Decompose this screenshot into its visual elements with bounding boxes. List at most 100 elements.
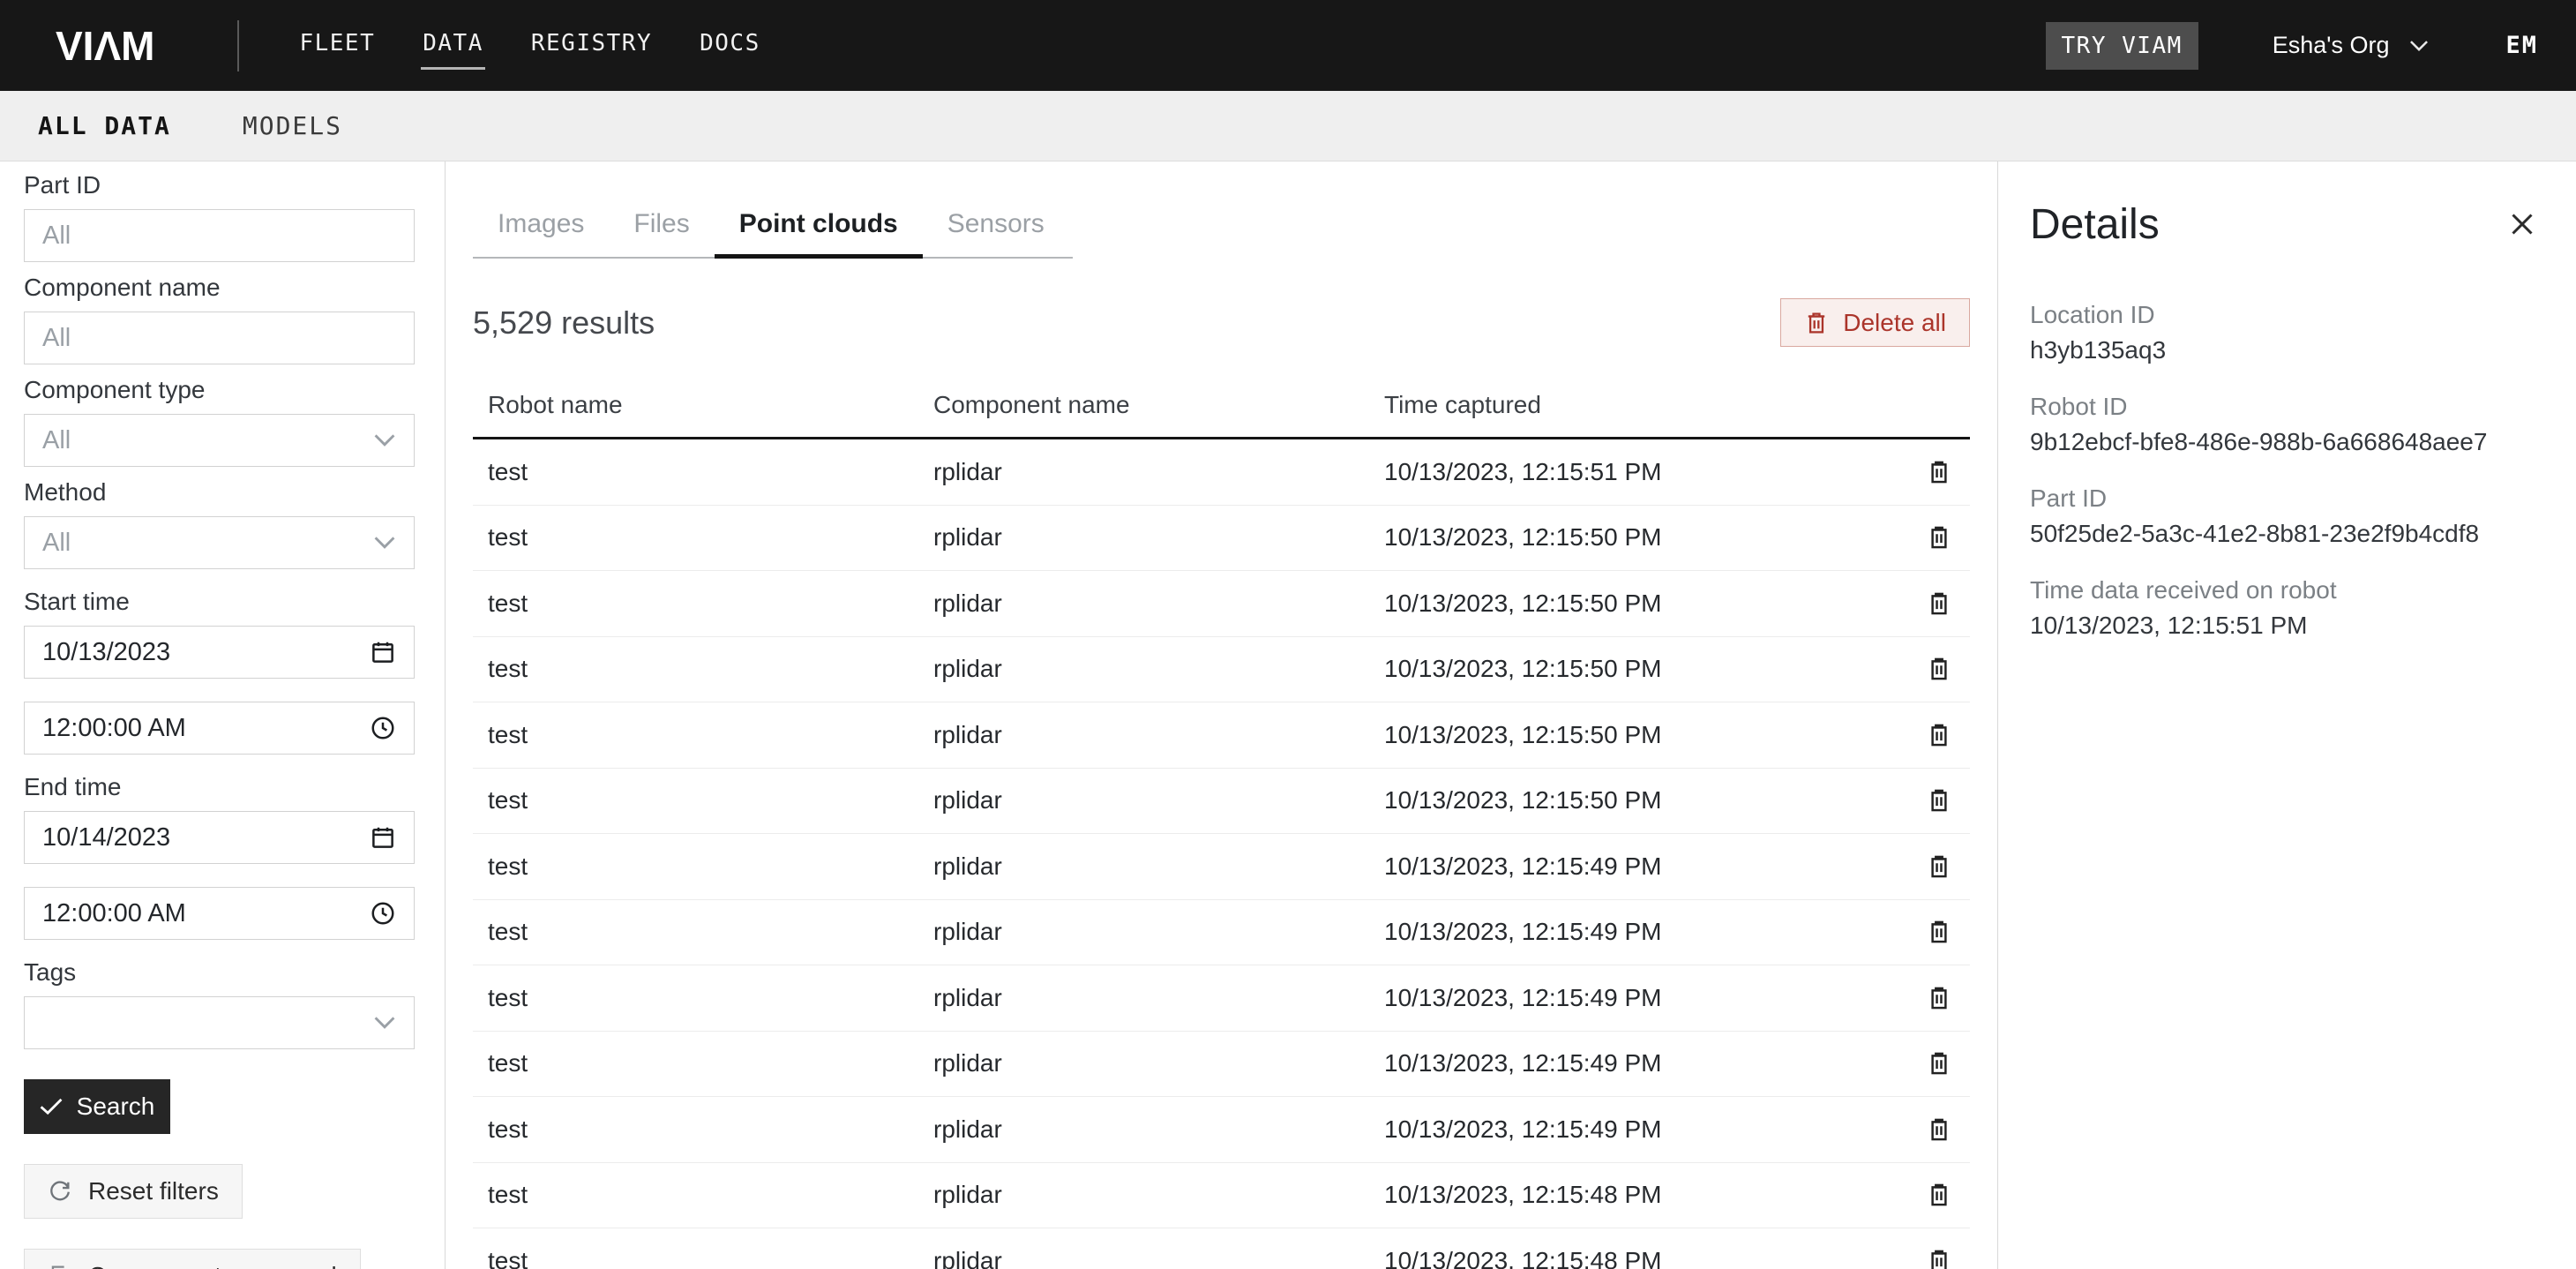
cell-robot-name: test <box>473 1247 933 1269</box>
component-name-label: Component name <box>24 273 415 303</box>
end-date-value: 10/14/2023 <box>42 823 370 852</box>
part-id-label: Part ID <box>24 170 415 200</box>
table-row[interactable]: test rplidar 10/13/2023, 12:15:50 PM <box>473 506 1970 572</box>
delete-row-button[interactable] <box>1922 1177 1956 1213</box>
chevron-down-icon <box>373 536 396 550</box>
content-tab[interactable]: Point clouds <box>715 197 923 257</box>
table-row[interactable]: test rplidar 10/13/2023, 12:15:50 PM <box>473 637 1970 703</box>
details-field: Location ID h3yb135aq3 <box>2030 300 2541 365</box>
clock-icon[interactable] <box>370 715 396 741</box>
delete-row-button[interactable] <box>1922 783 1956 818</box>
component-type-select[interactable]: All <box>24 414 415 467</box>
part-id-input[interactable]: All <box>24 209 415 262</box>
start-date-input[interactable]: 10/13/2023 <box>24 626 415 679</box>
trash-icon <box>1926 918 1952 946</box>
subnav-item[interactable]: ALL DATA <box>38 111 171 140</box>
topnav-link[interactable]: REGISTRY <box>529 21 654 70</box>
delete-row-button[interactable] <box>1922 914 1956 950</box>
delete-row-button[interactable] <box>1922 520 1956 555</box>
component-name-input[interactable]: All <box>24 312 415 364</box>
close-icon <box>2509 211 2535 237</box>
calendar-icon[interactable] <box>370 824 396 851</box>
cell-robot-name: test <box>473 1049 933 1078</box>
topnav-link[interactable]: DATA <box>421 21 485 70</box>
subnav-item[interactable]: MODELS <box>243 111 342 140</box>
end-time-input[interactable]: 12:00:00 AM <box>24 887 415 940</box>
content-tab[interactable]: Files <box>609 197 714 257</box>
method-label: Method <box>24 477 415 507</box>
cell-time-captured: 10/13/2023, 12:15:49 PM <box>1384 984 1908 1012</box>
cell-component-name: rplidar <box>933 1049 1384 1078</box>
details-field-value: h3yb135aq3 <box>2030 335 2541 365</box>
delete-row-button[interactable] <box>1922 586 1956 621</box>
tags-select[interactable] <box>24 996 415 1049</box>
content-tabs: ImagesFilesPoint cloudsSensors <box>473 197 1073 259</box>
reset-icon <box>48 1179 72 1204</box>
results-count: 5,529 results <box>473 304 655 342</box>
table-row[interactable]: test rplidar 10/13/2023, 12:15:50 PM <box>473 702 1970 769</box>
delete-row-button[interactable] <box>1922 849 1956 884</box>
reset-filters-button[interactable]: Reset filters <box>24 1164 243 1219</box>
trash-icon <box>1926 1115 1952 1144</box>
delete-row-button[interactable] <box>1922 717 1956 753</box>
cell-robot-name: test <box>473 1181 933 1209</box>
topnav-link[interactable]: DOCS <box>698 21 762 70</box>
filter-sidebar: Part ID All Component name All Component… <box>0 161 446 1269</box>
cell-time-captured: 10/13/2023, 12:15:49 PM <box>1384 852 1908 881</box>
tags-label: Tags <box>24 957 415 987</box>
cell-time-captured: 10/13/2023, 12:15:48 PM <box>1384 1247 1908 1269</box>
table-row[interactable]: test rplidar 10/13/2023, 12:15:49 PM <box>473 1032 1970 1098</box>
cell-robot-name: test <box>473 721 933 749</box>
start-date-value: 10/13/2023 <box>42 638 370 667</box>
delete-row-button[interactable] <box>1922 1046 1956 1081</box>
close-details-button[interactable] <box>2504 206 2541 243</box>
table-row[interactable]: test rplidar 10/13/2023, 12:15:48 PM <box>473 1228 1970 1269</box>
delete-row-button[interactable] <box>1922 454 1956 490</box>
try-viam-button[interactable]: TRY VIAM <box>2046 22 2198 70</box>
end-date-input[interactable]: 10/14/2023 <box>24 811 415 864</box>
search-button-label: Search <box>77 1093 155 1121</box>
viam-logo[interactable]: VIΛM <box>56 22 154 70</box>
method-select[interactable]: All <box>24 516 415 569</box>
details-field-value: 50f25de2-5a3c-41e2-8b81-23e2f9b4cdf8 <box>2030 519 2541 549</box>
delete-row-button[interactable] <box>1922 1243 1956 1269</box>
cell-robot-name: test <box>473 589 933 618</box>
content-tab[interactable]: Sensors <box>923 197 1069 257</box>
trash-icon <box>1926 1181 1952 1209</box>
cell-component-name: rplidar <box>933 1247 1384 1269</box>
end-time-label: End time <box>24 772 415 802</box>
table-row[interactable]: test rplidar 10/13/2023, 12:15:49 PM <box>473 1097 1970 1163</box>
delete-row-button[interactable] <box>1922 980 1956 1016</box>
table-row[interactable]: test rplidar 10/13/2023, 12:15:49 PM <box>473 834 1970 900</box>
start-time-input[interactable]: 12:00:00 AM <box>24 702 415 755</box>
details-field-label: Part ID <box>2030 484 2541 514</box>
chevron-down-icon <box>373 433 396 447</box>
cell-robot-name: test <box>473 458 933 486</box>
trash-icon <box>1926 852 1952 881</box>
clock-icon[interactable] <box>370 900 396 927</box>
cell-component-name: rplidar <box>933 1181 1384 1209</box>
cell-robot-name: test <box>473 984 933 1012</box>
table-row[interactable]: test rplidar 10/13/2023, 12:15:51 PM <box>473 439 1970 506</box>
copy-export-command-button[interactable]: Copy export command <box>24 1249 361 1269</box>
details-panel: Details Location ID h3yb135aq3 Robot ID … <box>1997 161 2576 1269</box>
delete-all-button[interactable]: Delete all <box>1780 298 1970 347</box>
search-button[interactable]: Search <box>24 1079 170 1134</box>
user-avatar-initials[interactable]: EM <box>2505 32 2538 59</box>
table-row[interactable]: test rplidar 10/13/2023, 12:15:50 PM <box>473 571 1970 637</box>
details-field-value: 9b12ebcf-bfe8-486e-988b-6a668648aee7 <box>2030 427 2541 457</box>
table-row[interactable]: test rplidar 10/13/2023, 12:15:49 PM <box>473 965 1970 1032</box>
table-row[interactable]: test rplidar 10/13/2023, 12:15:48 PM <box>473 1163 1970 1229</box>
cell-time-captured: 10/13/2023, 12:15:50 PM <box>1384 655 1908 683</box>
topnav-link[interactable]: FLEET <box>297 21 377 70</box>
calendar-icon[interactable] <box>370 639 396 665</box>
table-row[interactable]: test rplidar 10/13/2023, 12:15:50 PM <box>473 769 1970 835</box>
org-switcher[interactable]: Esha's Org <box>2273 32 2430 59</box>
delete-row-button[interactable] <box>1922 1112 1956 1147</box>
cell-time-captured: 10/13/2023, 12:15:49 PM <box>1384 918 1908 946</box>
content-tab[interactable]: Images <box>473 197 609 257</box>
delete-row-button[interactable] <box>1922 651 1956 687</box>
cell-component-name: rplidar <box>933 1115 1384 1144</box>
trash-icon <box>1804 310 1829 336</box>
table-row[interactable]: test rplidar 10/13/2023, 12:15:49 PM <box>473 900 1970 966</box>
